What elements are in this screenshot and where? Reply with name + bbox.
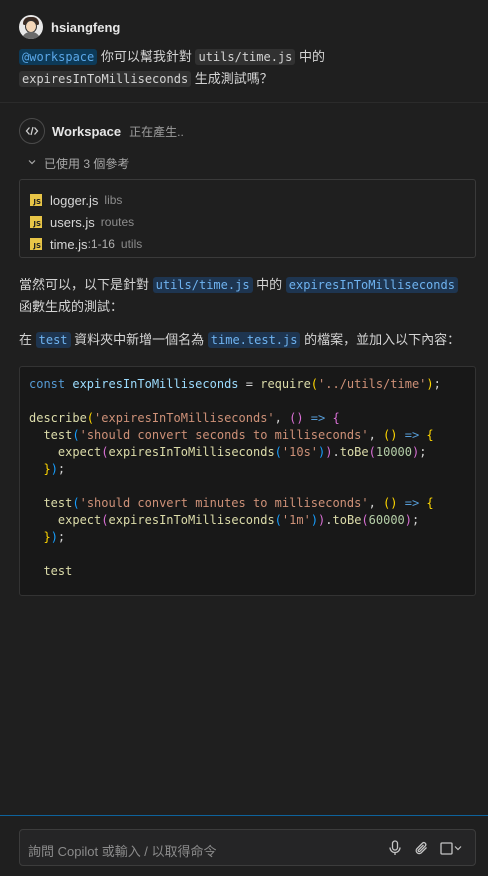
code-line: test('should convert seconds to millisec…	[43, 428, 434, 442]
code-line: test('should convert minutes to millisec…	[43, 496, 434, 510]
prompt-text: 你可以幫我針對	[97, 49, 196, 64]
agent-header: Workspace 正在產生..	[19, 118, 184, 144]
chevron-down-icon	[27, 157, 37, 170]
reference-item[interactable]: JS logger.js libs	[20, 189, 475, 211]
paperclip-icon[interactable]	[412, 839, 430, 857]
code-line: expect(expiresInToMilliseconds('10s')).t…	[57, 445, 427, 459]
javascript-file-icon: JS	[30, 238, 42, 250]
file-chip: utils/time.js	[195, 49, 296, 65]
user-prompt: @workspace 你可以幫我針對 utils/time.js 中的 expir…	[19, 46, 469, 90]
folder-link-chip[interactable]: test	[35, 332, 71, 348]
chat-input-area: 詢問 Copilot 或輸入 / 以取得命令	[0, 815, 488, 876]
user-header: hsiangfeng	[19, 15, 120, 39]
code-line: expect(expiresInToMilliseconds('1m')).to…	[57, 513, 420, 527]
chat-input[interactable]: 詢問 Copilot 或輸入 / 以取得命令	[19, 829, 476, 866]
javascript-file-icon: JS	[30, 194, 42, 206]
answer-text: 中的	[252, 277, 286, 292]
chevron-down-icon[interactable]	[452, 839, 464, 857]
function-chip: expiresInToMilliseconds	[19, 71, 192, 87]
references-list: JS logger.js libs JS users.js routes JS …	[19, 179, 476, 258]
reference-file-name: users.js	[50, 214, 95, 230]
reference-folder: libs	[104, 193, 123, 207]
code-line: const expiresInToMilliseconds = require(…	[29, 377, 441, 391]
agent-status: 正在產生..	[129, 124, 184, 139]
copilot-chat-panel: hsiangfeng @workspace 你可以幫我針對 utils/time…	[0, 0, 488, 876]
prompt-text: 中的	[295, 49, 326, 64]
code-line: });	[43, 462, 66, 476]
references-toggle[interactable]: 已使用 3 個參考	[27, 155, 129, 171]
reference-folder: utils	[120, 237, 143, 251]
answer-text: 在	[19, 332, 36, 347]
answer-text: 函數生成的測試：	[19, 299, 124, 314]
answer-text: 資料夾中新增一個名為	[70, 332, 208, 347]
user-message: hsiangfeng @workspace 你可以幫我針對 utils/time…	[0, 0, 488, 103]
agent-name: Workspace	[52, 123, 122, 139]
reference-item[interactable]: JS users.js routes	[20, 211, 475, 233]
code-line: describe('expiresInToMilliseconds', () =…	[29, 411, 340, 425]
reference-file-name: time.js	[50, 236, 88, 252]
code-line: });	[43, 530, 66, 544]
answer-paragraph: 在 test 資料夾中新增一個名為 time.test.js 的檔案，並加入以下…	[19, 329, 474, 351]
reference-file-name: logger.js	[50, 192, 99, 208]
file-name-chip[interactable]: time.test.js	[207, 332, 301, 348]
answer-text: 的檔案，並加入以下內容：	[300, 332, 461, 347]
answer-paragraph: 當然可以，以下是針對 utils/time.js 中的 expiresInToM…	[19, 274, 474, 317]
javascript-file-icon: JS	[30, 216, 42, 228]
user-name: hsiangfeng	[51, 19, 121, 35]
reference-item[interactable]: JS time.js:1-16 utils	[20, 233, 475, 255]
microphone-icon[interactable]	[386, 839, 404, 857]
reference-line-range: :1-16	[87, 237, 115, 251]
code-line: test	[43, 564, 73, 578]
symbol-link-chip[interactable]: expiresInToMilliseconds	[285, 277, 458, 293]
references-label: 已使用 3 個參考	[44, 156, 130, 171]
file-link-chip[interactable]: utils/time.js	[152, 277, 253, 293]
reference-folder: routes	[100, 215, 135, 229]
code-block[interactable]: const expiresInToMilliseconds = require(…	[19, 366, 476, 596]
answer-text: 當然可以，以下是針對	[19, 277, 153, 292]
code-brackets-icon	[19, 118, 45, 144]
prompt-text: 生成測試嗎？	[191, 71, 273, 86]
avatar	[19, 15, 43, 39]
agent-mention-chip[interactable]: @workspace	[19, 49, 98, 65]
chat-input-placeholder: 詢問 Copilot 或輸入 / 以取得命令	[28, 844, 217, 859]
